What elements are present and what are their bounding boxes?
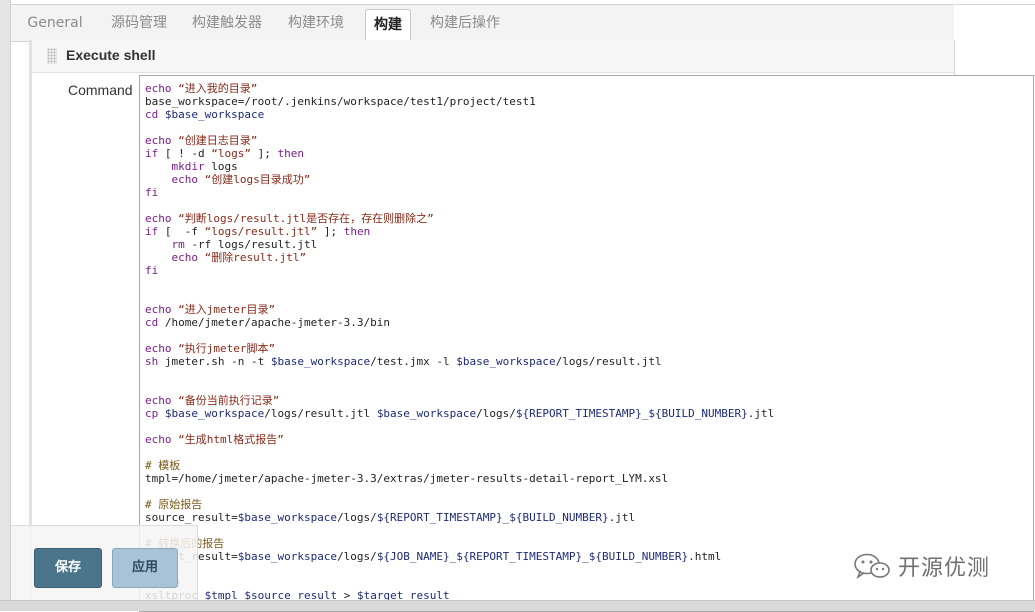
config-tab-bar: General 源码管理 构建触发器 构建环境 构建 构建后操作 [11,4,954,43]
command-line: sh jmeter.sh -n -t $base_workspace/test.… [145,355,662,368]
command-line: cd /home/jmeter/apache-jmeter-3.3/bin [145,316,391,329]
command-line: fi [145,186,159,199]
command-line: ​ [145,381,774,394]
execute-shell-header[interactable]: Execute shell [32,40,954,73]
command-line: source_result=$base_workspace/logs/${REP… [145,511,636,524]
drag-handle-icon[interactable] [47,48,57,64]
command-line: ​ [145,368,774,381]
command-line: ​ [145,329,774,342]
command-line: fi [145,264,159,277]
command-line: ​ [145,563,774,576]
command-line: ​ [145,446,774,459]
tab-build-environment[interactable]: 构建环境 [281,5,351,41]
section-title: Execute shell [66,47,156,63]
command-line: echo “创建logs目录成功” [171,173,311,186]
command-line: echo “生成html格式报告” [145,433,284,446]
watermark-text: 开源优测 [898,556,991,581]
command-line: ​ [145,485,774,498]
command-line: base_workspace=/root/.jenkins/workspace/… [145,95,536,108]
command-line: tmpl=/home/jmeter/apache-jmeter-3.3/extr… [145,472,669,485]
command-line: echo “执行jmeter脚本” [145,342,276,355]
tab-source-code-management[interactable]: 源码管理 [99,5,179,41]
command-line: cd $base_workspace [145,108,265,121]
tab-general[interactable]: General [21,5,89,41]
command-line: ​ [145,277,774,290]
command-line: echo “判断logs/result.jtl是否存在，存在则删除之” [145,212,434,225]
command-line: # 原始报告 [145,498,203,511]
command-line: # 模板 [145,459,181,472]
command-code[interactable]: echo “进入我的目录” base_workspace=/root/.jenki… [145,82,774,602]
bottom-button-bar: 保存 应用 [11,525,198,611]
wechat-icon [854,553,890,580]
tab-post-build-actions[interactable]: 构建后操作 [425,5,505,41]
command-line: cp $base_workspace/logs/result.jtl $base… [145,407,775,420]
tabbar-filler [955,4,1035,37]
command-line: echo “创建日志目录” [145,134,258,147]
command-line: echo “进入我的目录” [145,82,258,95]
watermark: 开源优测 [852,548,990,584]
command-line: ​ [145,420,774,433]
command-line: mkdir logs [171,160,238,173]
command-line: rm -rf logs/result.jtl [171,238,318,251]
command-line: target_result=$base_workspace/logs/${JOB… [145,550,722,563]
apply-button[interactable]: 应用 [112,548,178,588]
command-line: echo “删除result.jtl” [171,251,307,264]
command-line: ​ [145,290,774,303]
command-line: if [ -f “logs/result.jtl” ]; then [145,225,371,238]
command-label: Command [68,82,133,98]
page-left-gutter [0,0,11,610]
command-line: ​ [145,524,774,537]
command-textarea[interactable]: echo “进入我的目录” base_workspace=/root/.jenki… [139,75,1034,612]
horizontal-scrollbar[interactable] [0,600,1035,611]
command-line: echo “备份当前执行记录” [145,394,280,407]
command-line: # 转换后的报告 [145,537,774,550]
command-line: ​ [145,121,774,134]
tab-build-triggers[interactable]: 构建触发器 [187,5,267,41]
command-line: ​ [145,199,774,212]
command-line: # 转换 [145,576,774,589]
command-line: if [ ! -d “logs” ]; then [145,147,304,160]
divider [954,40,955,75]
tab-build[interactable]: 构建 [365,9,411,43]
command-line: echo “进入jmeter目录” [145,303,276,316]
save-button[interactable]: 保存 [34,548,102,588]
